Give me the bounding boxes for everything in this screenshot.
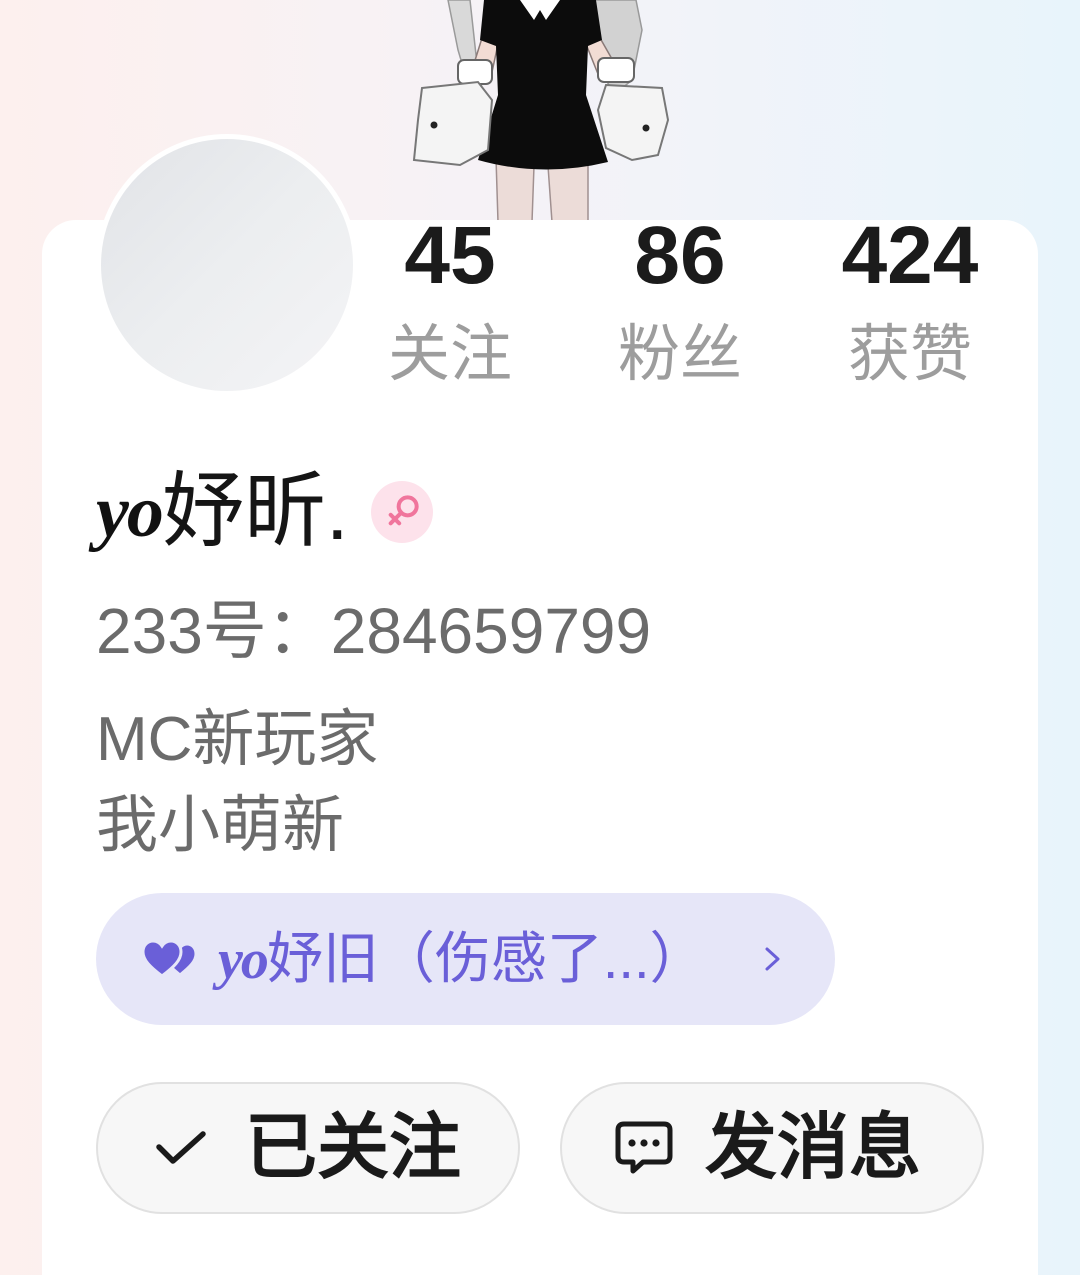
stat-following-count: 45 bbox=[404, 210, 496, 301]
username-prefix: yo bbox=[96, 471, 164, 553]
avatar-image bbox=[101, 139, 353, 391]
stat-following[interactable]: 45 关注 bbox=[340, 215, 560, 390]
stat-likes-count: 424 bbox=[841, 210, 979, 301]
message-button[interactable]: 发消息 bbox=[560, 1082, 984, 1214]
following-button-label: 已关注 bbox=[245, 1108, 462, 1188]
bio-line: 我小萌新 bbox=[96, 791, 345, 860]
stat-following-label: 关注 bbox=[387, 320, 512, 389]
username-main: 妤昕. bbox=[161, 466, 349, 557]
hearts-icon bbox=[142, 939, 198, 978]
related-account-pill[interactable]: yo妤旧（伤感了...） bbox=[96, 893, 835, 1025]
user-id: 233号：284659799 bbox=[96, 595, 652, 667]
character-shark-bag-right bbox=[596, 83, 670, 162]
related-account-main: 妤旧（伤感了...） bbox=[266, 927, 706, 990]
gender-badge bbox=[370, 481, 433, 543]
stat-likes[interactable]: 424 获赞 bbox=[800, 215, 1020, 390]
character-dress bbox=[478, 0, 608, 170]
character-shark-eye-left bbox=[430, 121, 438, 129]
stat-likes-label: 获赞 bbox=[847, 320, 972, 389]
banner-character-illustration bbox=[412, 0, 670, 222]
bio: MC新玩家 我小萌新 bbox=[96, 697, 378, 869]
stat-followers-count: 86 bbox=[634, 210, 726, 301]
check-icon bbox=[156, 1131, 206, 1164]
female-icon bbox=[388, 495, 419, 526]
avatar[interactable] bbox=[96, 134, 358, 396]
character-shark-eye-right bbox=[642, 124, 650, 132]
profile-card: 45 关注 86 粉丝 424 获赞 yo 妤昕. 233号：284659799… bbox=[42, 134, 1038, 1275]
stat-followers-label: 粉丝 bbox=[617, 320, 742, 389]
character-cuff-left bbox=[457, 59, 493, 85]
character-shark-bag-left bbox=[412, 80, 494, 167]
chat-bubble-icon bbox=[615, 1121, 673, 1174]
username: yo 妤昕. bbox=[96, 468, 433, 556]
message-button-label: 发消息 bbox=[705, 1108, 922, 1188]
character-cuff-right bbox=[597, 57, 635, 83]
stat-followers[interactable]: 86 粉丝 bbox=[570, 215, 790, 390]
chevron-right-icon bbox=[765, 947, 780, 971]
related-account-prefix: yo bbox=[218, 929, 269, 991]
following-button[interactable]: 已关注 bbox=[96, 1082, 520, 1214]
related-account-name: yo妤旧（伤感了...） bbox=[218, 893, 706, 1025]
bio-line: MC新玩家 bbox=[96, 705, 379, 774]
